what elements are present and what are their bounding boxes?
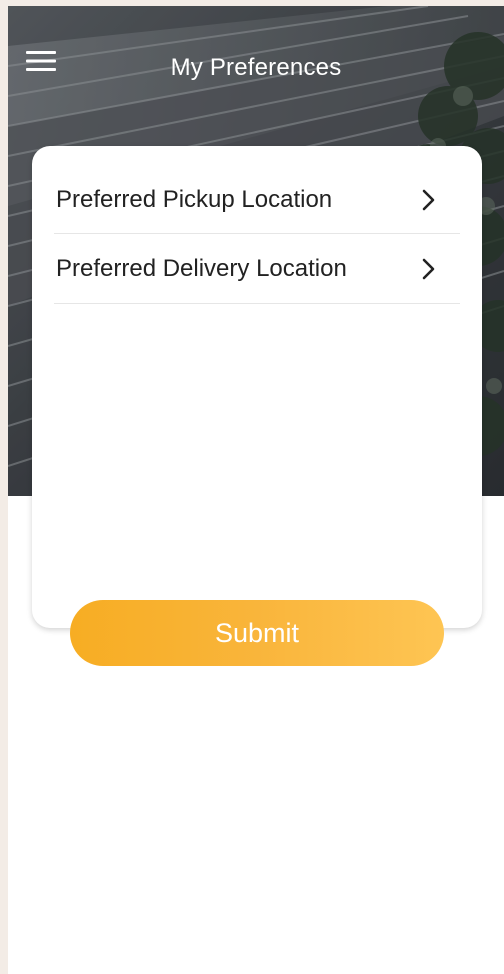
delivery-location-label: Preferred Delivery Location [56,254,347,282]
app-screen: My Preferences Preferred Pickup Location… [8,6,504,974]
delivery-location-item[interactable]: Preferred Delivery Location [54,234,460,304]
hamburger-menu-icon [26,51,56,71]
preferences-list: Preferred Pickup Location Preferred Deli… [54,166,460,304]
page-title: My Preferences [170,54,342,81]
preferences-card: Preferred Pickup Location Preferred Deli… [32,146,482,628]
pickup-location-item[interactable]: Preferred Pickup Location [54,166,460,234]
app-header: My Preferences [8,36,504,100]
submit-button[interactable]: Submit [70,600,444,666]
pickup-location-label: Preferred Pickup Location [56,185,333,213]
menu-button[interactable] [26,50,66,86]
chevron-right-icon [418,189,440,211]
chevron-right-icon [418,258,440,280]
